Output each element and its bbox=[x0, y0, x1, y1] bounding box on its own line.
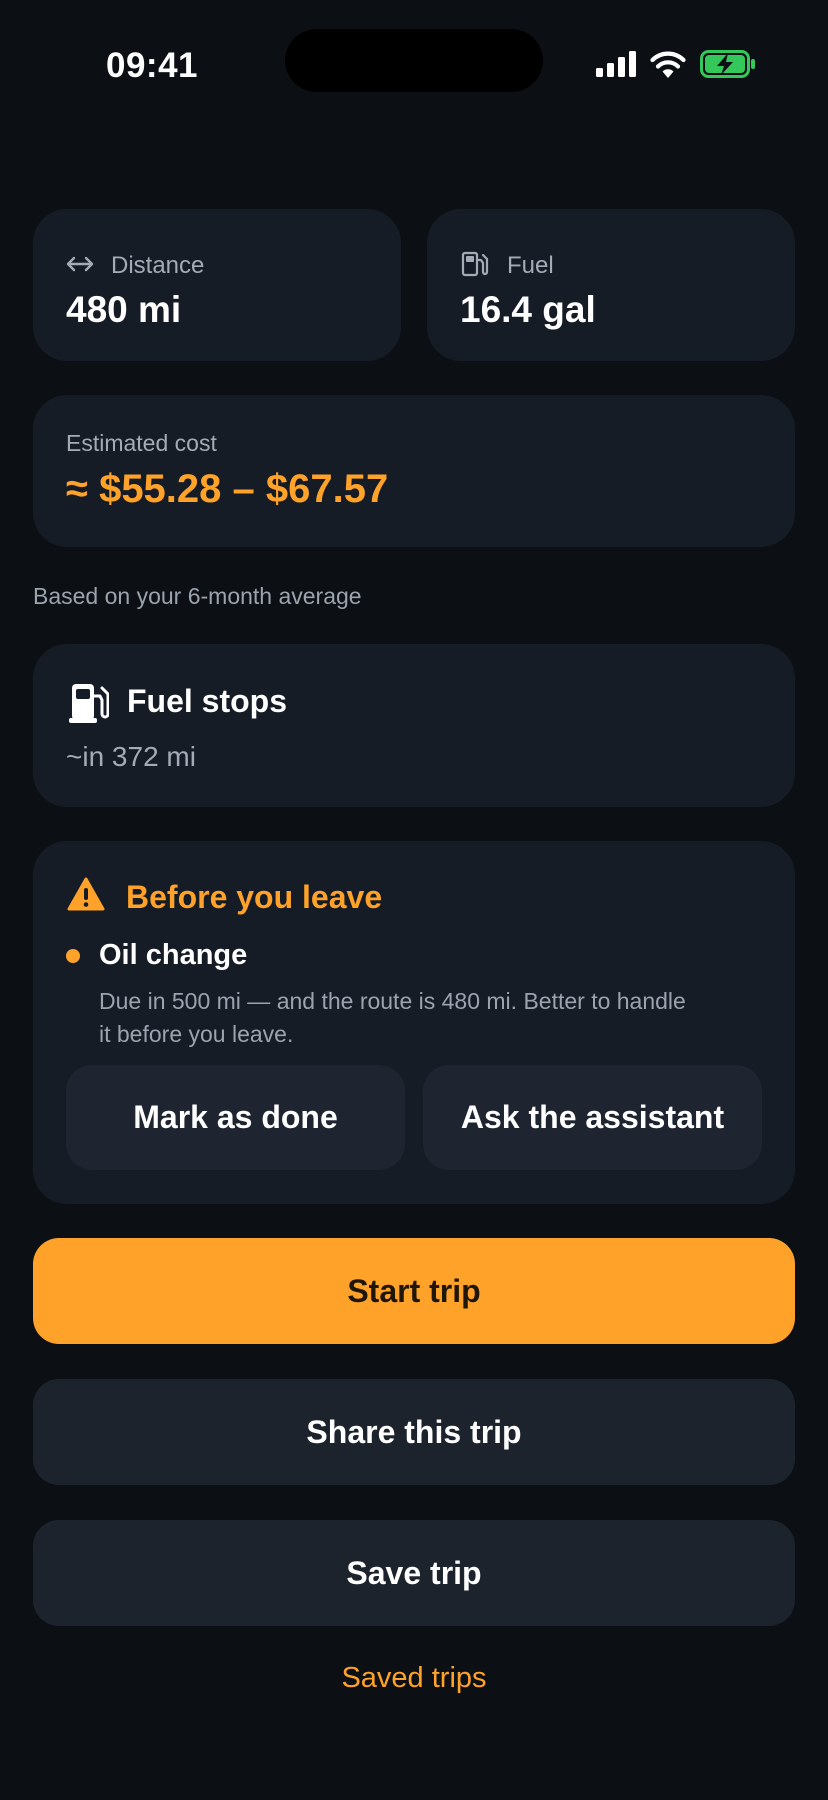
share-trip-button[interactable]: Share this trip bbox=[33, 1379, 795, 1485]
fuel-pump-icon bbox=[461, 251, 489, 277]
arrows-horizontal-icon bbox=[66, 256, 94, 272]
saved-trips-link[interactable]: Saved trips bbox=[0, 1662, 828, 1695]
status-icons bbox=[596, 50, 756, 78]
estimated-cost-value: ≈ $55.28 – $67.57 bbox=[66, 467, 389, 511]
alert-dot bbox=[66, 949, 80, 963]
start-trip-button[interactable]: Start trip bbox=[33, 1238, 795, 1344]
fuel-stops-title: Fuel stops bbox=[127, 683, 288, 719]
trip-summary-screen: 09:41 Distance 480 mi Fuel 16.4 gal Esti… bbox=[0, 0, 828, 1800]
wifi-icon bbox=[650, 51, 686, 78]
mark-as-done-button[interactable]: Mark as done bbox=[66, 1065, 405, 1170]
save-trip-button[interactable]: Save trip bbox=[33, 1520, 795, 1626]
fuel-value: 16.4 gal bbox=[460, 289, 596, 330]
status-time: 09:41 bbox=[106, 46, 199, 85]
oil-change-title: Oil change bbox=[99, 939, 248, 971]
estimated-cost-card: Estimated cost ≈ $55.28 – $67.57 bbox=[33, 395, 795, 547]
fuel-stops-card[interactable]: Fuel stops ~in 372 mi bbox=[33, 644, 795, 807]
fuel-label: Fuel bbox=[507, 252, 554, 279]
signal-icon bbox=[596, 51, 636, 77]
distance-label: Distance bbox=[111, 252, 205, 279]
fuel-pump-icon bbox=[69, 684, 109, 723]
battery-charging-icon bbox=[700, 50, 755, 78]
distance-value: 480 mi bbox=[66, 289, 182, 330]
dynamic-island bbox=[285, 29, 543, 92]
before-you-leave-title: Before you leave bbox=[126, 879, 383, 915]
fuel-card: Fuel 16.4 gal bbox=[427, 209, 795, 361]
warning-triangle-icon bbox=[67, 877, 105, 911]
ask-assistant-button[interactable]: Ask the assistant bbox=[423, 1065, 762, 1170]
status-bar: 09:41 bbox=[0, 0, 828, 140]
distance-card: Distance 480 mi bbox=[33, 209, 401, 361]
oil-change-description: Due in 500 mi — and the route is 480 mi.… bbox=[99, 988, 686, 1047]
before-you-leave-card: Before you leave Oil change Due in 500 m… bbox=[33, 841, 795, 1204]
estimated-cost-label: Estimated cost bbox=[66, 430, 217, 456]
fuel-stops-subtitle: ~in 372 mi bbox=[66, 741, 196, 772]
cost-basis-note: Based on your 6-month average bbox=[33, 583, 362, 609]
